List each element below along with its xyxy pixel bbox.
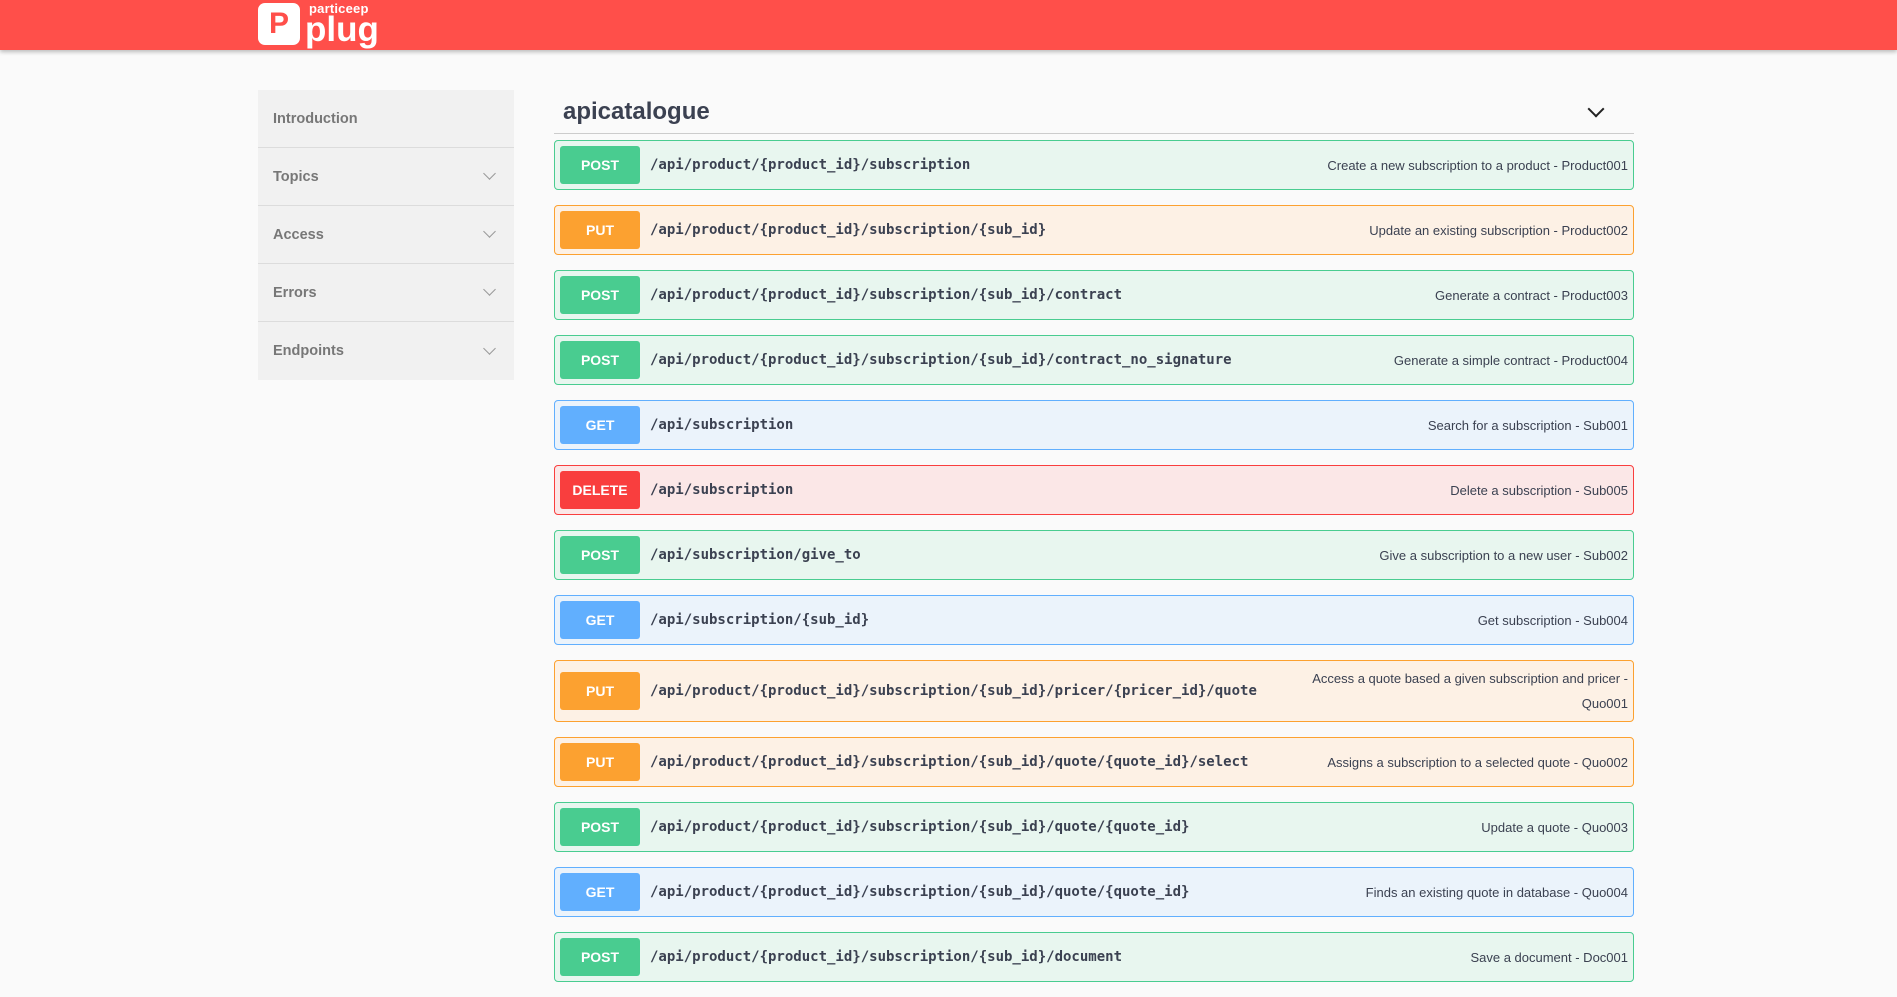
- main-content: apicatalogue POST /api/product/{product_…: [554, 90, 1634, 997]
- operation-row[interactable]: POST /api/product/{product_id}/subscript…: [554, 335, 1634, 385]
- operation-path: /api/product/{product_id}/subscription: [650, 157, 971, 173]
- method-badge: PUT: [560, 211, 640, 249]
- method-badge: POST: [560, 938, 640, 976]
- operation-summary: Get subscription - Sub004: [1477, 612, 1628, 628]
- operation-row[interactable]: POST /api/subscription/give_to Give a su…: [554, 530, 1634, 580]
- sidebar-item-introduction[interactable]: Introduction: [258, 90, 514, 148]
- method-badge: POST: [560, 341, 640, 379]
- operations-list: POST /api/product/{product_id}/subscript…: [554, 140, 1634, 982]
- operation-row[interactable]: DELETE /api/subscription Delete a subscr…: [554, 465, 1634, 515]
- operation-path: /api/product/{product_id}/subscription/{…: [650, 352, 1232, 368]
- method-badge: PUT: [560, 743, 640, 781]
- method-badge: POST: [560, 146, 640, 184]
- logo-icon: [258, 3, 300, 45]
- section-title: apicatalogue: [563, 97, 710, 125]
- operation-path: /api/product/{product_id}/subscription/{…: [650, 683, 1257, 699]
- particeep-plug-logo[interactable]: particeep plug: [258, 2, 379, 49]
- operation-row[interactable]: POST /api/product/{product_id}/subscript…: [554, 802, 1634, 852]
- method-badge: DELETE: [560, 471, 640, 509]
- method-badge: GET: [560, 873, 640, 911]
- operation-summary: Save a document - Doc001: [1470, 949, 1628, 965]
- operation-summary: Create a new subscription to a product -…: [1327, 157, 1628, 173]
- operation-path: /api/product/{product_id}/subscription/{…: [650, 949, 1123, 965]
- chevron-down-icon: [483, 283, 496, 296]
- operation-row[interactable]: PUT /api/product/{product_id}/subscripti…: [554, 205, 1634, 255]
- method-badge: GET: [560, 406, 640, 444]
- operation-path: /api/subscription: [650, 482, 794, 498]
- sidebar-item-label: Topics: [273, 168, 319, 185]
- operation-summary: Delete a subscription - Sub005: [1450, 482, 1628, 498]
- chevron-down-icon: [483, 167, 496, 180]
- sidebar-item-label: Introduction: [273, 110, 358, 127]
- operation-row[interactable]: GET /api/subscription/{sub_id} Get subsc…: [554, 595, 1634, 645]
- sidebar-item-label: Access: [273, 226, 324, 243]
- operation-path: /api/product/{product_id}/subscription/{…: [650, 819, 1190, 835]
- operation-summary: Assigns a subscription to a selected quo…: [1327, 754, 1628, 770]
- chevron-down-icon[interactable]: [1587, 100, 1605, 117]
- operation-summary: Update an existing subscription - Produc…: [1369, 222, 1628, 238]
- sidebar: Introduction Topics Access Errors Endpoi…: [258, 90, 514, 380]
- operation-row[interactable]: POST /api/product/{product_id}/subscript…: [554, 270, 1634, 320]
- operation-path: /api/subscription/{sub_id}: [650, 612, 870, 628]
- operation-summary: Access a quote based a given subscriptio…: [1312, 671, 1628, 711]
- operation-path: /api/subscription: [650, 417, 794, 433]
- operation-summary: Give a subscription to a new user - Sub0…: [1379, 547, 1628, 563]
- sidebar-item-topics[interactable]: Topics: [258, 148, 514, 206]
- operation-summary: Generate a contract - Product003: [1435, 287, 1628, 303]
- sidebar-item-access[interactable]: Access: [258, 206, 514, 264]
- operation-row[interactable]: GET /api/product/{product_id}/subscripti…: [554, 867, 1634, 917]
- operation-summary: Generate a simple contract - Product004: [1393, 352, 1628, 368]
- chevron-down-icon: [483, 341, 496, 355]
- sidebar-item-label: Endpoints: [273, 343, 344, 359]
- operation-path: /api/subscription/give_to: [650, 547, 861, 563]
- operation-row[interactable]: PUT /api/product/{product_id}/subscripti…: [554, 660, 1634, 722]
- operation-summary: Finds an existing quote in database - Qu…: [1365, 884, 1628, 900]
- sidebar-item-label: Errors: [273, 284, 317, 301]
- operation-path: /api/product/{product_id}/subscription/{…: [650, 754, 1249, 770]
- method-badge: POST: [560, 276, 640, 314]
- sidebar-item-endpoints[interactable]: Endpoints: [258, 322, 514, 380]
- operation-path: /api/product/{product_id}/subscription/{…: [650, 287, 1123, 303]
- operation-summary: Search for a subscription - Sub001: [1427, 417, 1628, 433]
- operation-row[interactable]: POST /api/product/{product_id}/subscript…: [554, 932, 1634, 982]
- operation-summary: Update a quote - Quo003: [1481, 819, 1628, 835]
- logo-brand-big: plug: [305, 9, 379, 49]
- sidebar-item-errors[interactable]: Errors: [258, 264, 514, 322]
- method-badge: PUT: [560, 672, 640, 710]
- method-badge: POST: [560, 536, 640, 574]
- chevron-down-icon: [483, 225, 496, 238]
- operation-path: /api/product/{product_id}/subscription/{…: [650, 884, 1190, 900]
- operation-row[interactable]: POST /api/product/{product_id}/subscript…: [554, 140, 1634, 190]
- operation-row[interactable]: GET /api/subscription Search for a subsc…: [554, 400, 1634, 450]
- section-header[interactable]: apicatalogue: [554, 90, 1634, 134]
- top-bar: particeep plug: [0, 0, 1897, 50]
- method-badge: POST: [560, 808, 640, 846]
- operation-path: /api/product/{product_id}/subscription/{…: [650, 222, 1047, 238]
- method-badge: GET: [560, 601, 640, 639]
- operation-row[interactable]: PUT /api/product/{product_id}/subscripti…: [554, 737, 1634, 787]
